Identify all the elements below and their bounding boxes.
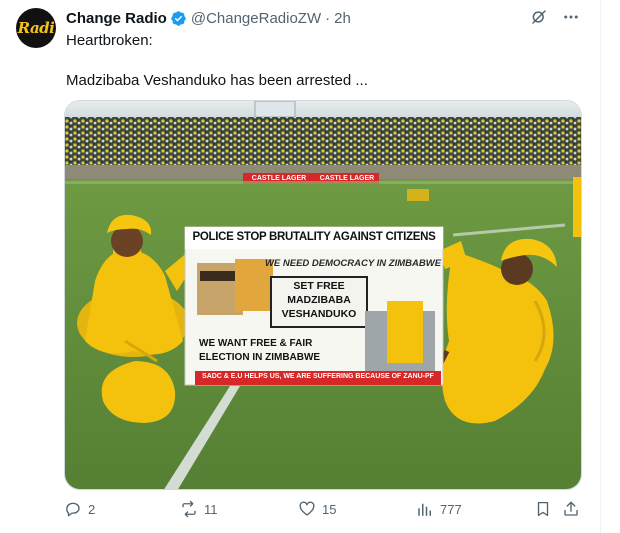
separator-dot: · [325,9,331,27]
views-count: 777 [440,501,462,517]
banner-bottom-line-2: ELECTION IN ZIMBABWE [199,352,321,363]
banner-box-line-2: MADZIBABA [287,294,351,306]
repost-count: 11 [204,501,218,517]
repost-button[interactable]: 11 [180,500,218,518]
tweet-actions: 2 11 15 777 [64,500,584,522]
header-actions [530,8,580,26]
tweet-photo[interactable]: CASTLE LAGER CASTLE LAGER POLICE STOP BR… [64,100,582,490]
banner-footer: SADC & E.U HELPS US, WE ARE SUFFERING BE… [202,373,434,380]
banner-bottom-text: WE WANT FREE & FAIR ELECTION IN ZIMBABWE [199,337,369,365]
avatar[interactable]: Radi [16,8,56,48]
bookmark-button[interactable] [534,500,552,518]
views-chart-icon [418,503,431,516]
avatar-logo-text: Radi [17,19,55,37]
verified-badge-icon [171,10,186,26]
share-button[interactable] [562,500,580,518]
banner-subline: WE NEED DEMOCRACY IN ZIMBABWE [264,258,442,269]
tweet-line-1: Heartbroken: [66,32,153,49]
timestamp[interactable]: 2h [334,10,351,27]
grok-icon[interactable] [530,8,548,26]
tweet-text: Heartbroken: Madzibaba Veshanduko has be… [66,31,586,91]
reply-icon [66,502,80,517]
reply-button[interactable]: 2 [64,500,95,518]
display-name[interactable]: Change Radio [66,10,167,27]
banner-box-line-1: SET FREE [293,280,345,292]
billboard-right-text: CASTLE LAGER [319,175,375,182]
billboard-left-text: CASTLE LAGER [251,175,307,182]
like-count: 15 [322,501,337,517]
views-button[interactable]: 777 [416,500,462,518]
like-button[interactable]: 15 [298,500,336,518]
reply-count: 2 [88,501,96,517]
bookmark-icon [537,501,549,517]
heart-icon [299,501,315,516]
repost-icon [182,500,196,518]
billboard: CASTLE LAGER CASTLE LAGER [245,173,381,184]
banner-box-line-3: VESHANDUKO [281,308,357,320]
tweet-header: Change Radio @ChangeRadioZW · 2h [66,8,351,28]
banner-headline: POLICE STOP BRUTALITY AGAINST CITIZENS [192,231,436,243]
timeline-divider [600,0,620,533]
tweet-line-2: Madzibaba Veshanduko has been arrested .… [66,72,368,89]
banner-box: SET FREE MADZIBABA VESHANDUKO [271,279,367,321]
share-icon [564,501,578,516]
more-options-icon[interactable] [562,8,580,26]
handle[interactable]: @ChangeRadioZW [191,10,321,27]
banner-bottom-line-1: WE WANT FREE & FAIR [199,338,313,349]
